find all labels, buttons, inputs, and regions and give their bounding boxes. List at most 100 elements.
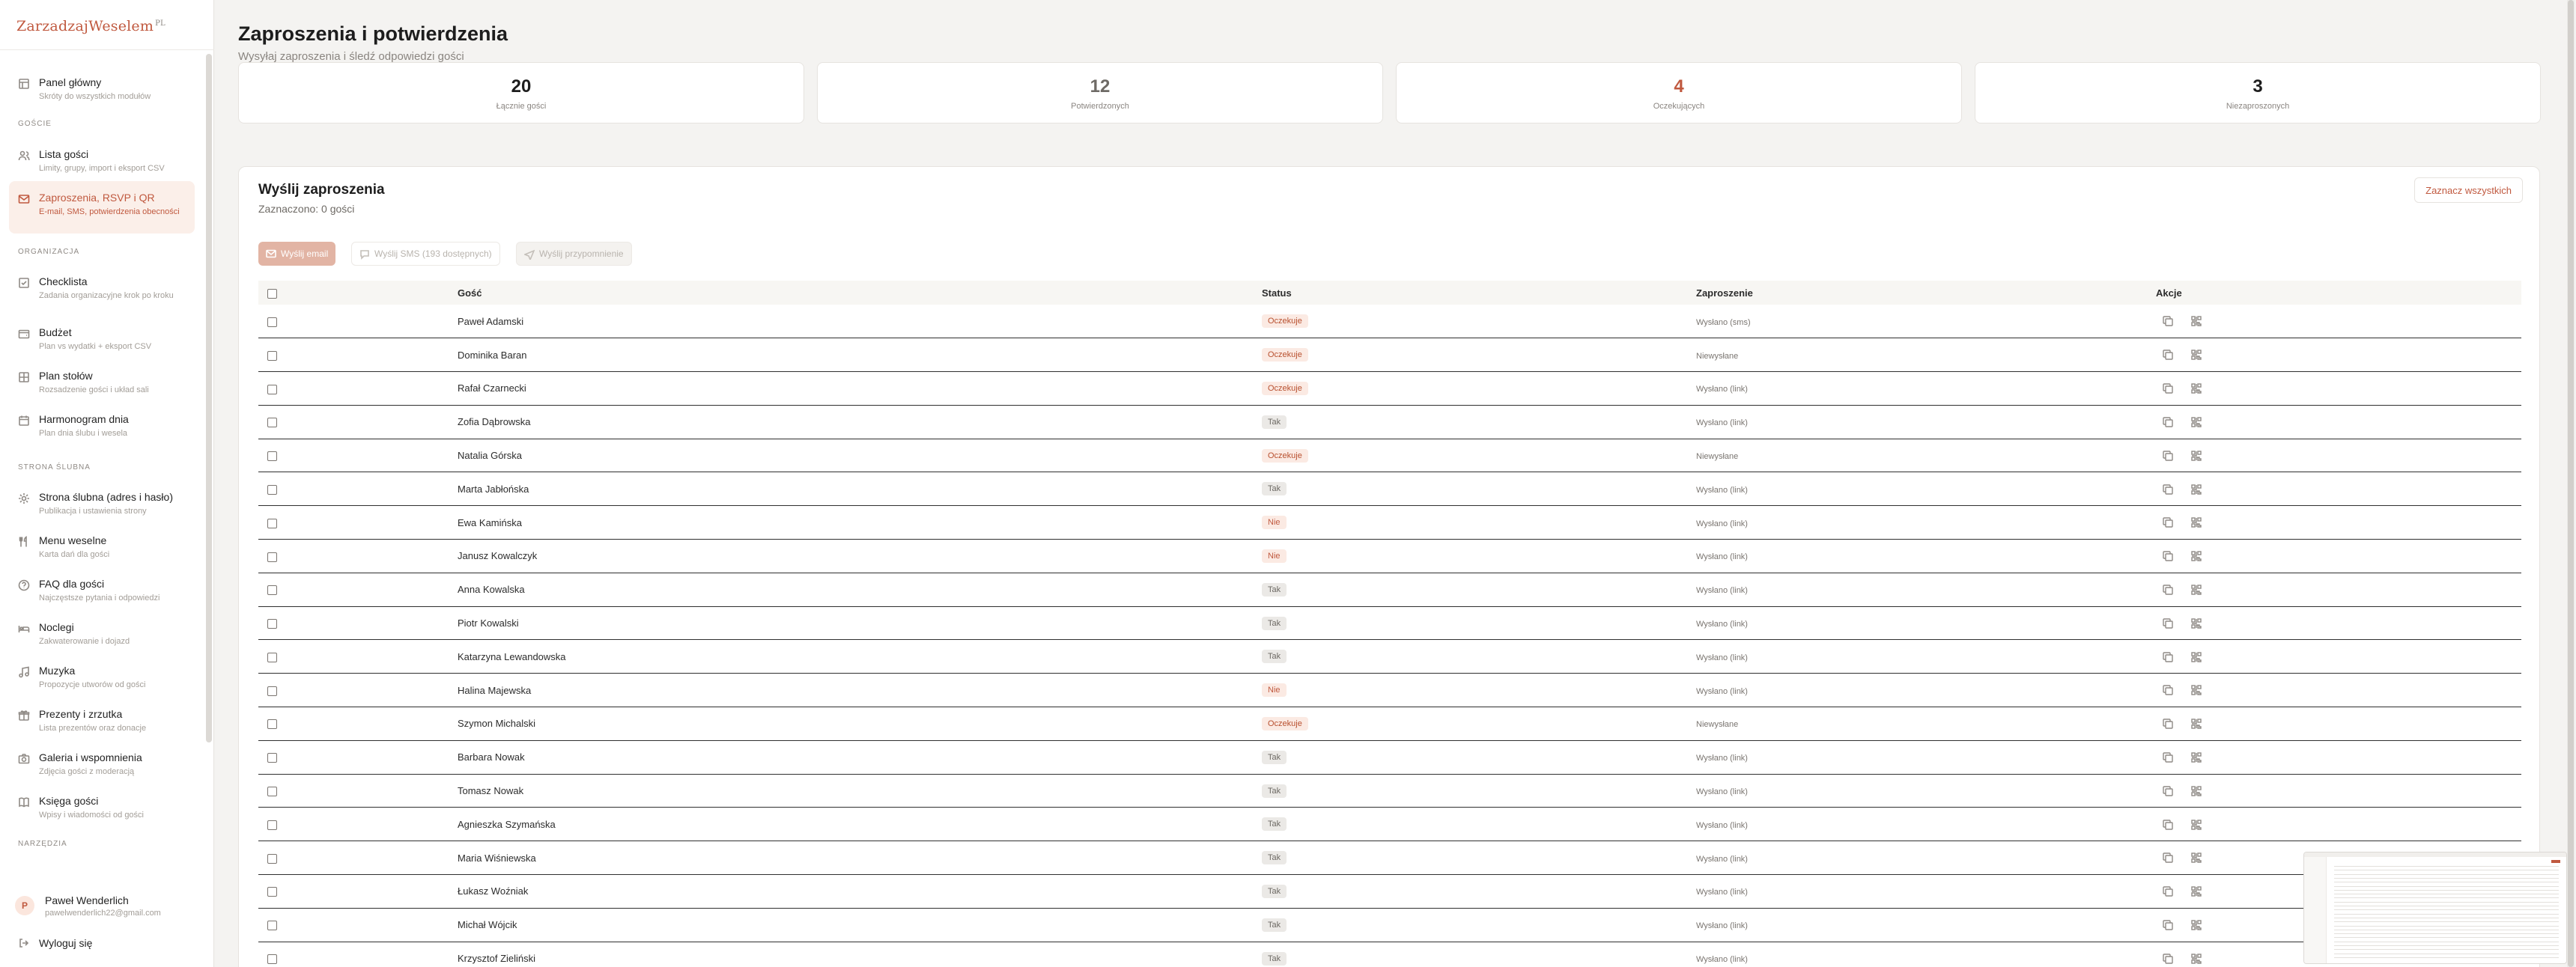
sidebar-item[interactable]: Checklista Zadania organizacyjne krok po … — [9, 265, 195, 310]
qr-code-icon[interactable] — [2190, 852, 2202, 864]
row-checkbox[interactable] — [267, 787, 277, 797]
copy-icon[interactable] — [2162, 718, 2174, 730]
sidebar-item[interactable]: Menu weselne Karta dań dla gości — [9, 524, 195, 569]
send-reminder-button[interactable]: Wyślij przypomnienie — [516, 242, 632, 266]
sidebar-item-subtitle: Plan vs wydatki + eksport CSV — [39, 342, 152, 351]
qr-code-icon[interactable] — [2190, 953, 2202, 965]
copy-icon[interactable] — [2162, 953, 2174, 965]
row-checkbox[interactable] — [267, 451, 277, 462]
qr-code-icon[interactable] — [2190, 651, 2202, 663]
row-checkbox[interactable] — [267, 350, 277, 361]
table-row: Agnieszka Szymańska Tak Wysłano (link) — [258, 807, 2521, 842]
invitation-status: Wysłano (link) — [1696, 955, 1748, 965]
qr-code-icon[interactable] — [2190, 684, 2202, 696]
qr-code-icon[interactable] — [2190, 617, 2202, 629]
qr-code-icon[interactable] — [2190, 919, 2202, 931]
sidebar-item-subtitle: Limity, grupy, import i eksport CSV — [39, 164, 165, 173]
copy-icon[interactable] — [2162, 852, 2174, 864]
row-checkbox[interactable] — [267, 484, 277, 495]
copy-icon[interactable] — [2162, 315, 2174, 327]
send-email-button[interactable]: Wyślij email — [258, 242, 336, 266]
row-checkbox[interactable] — [267, 652, 277, 662]
row-checkbox[interactable] — [267, 853, 277, 864]
qr-code-icon[interactable] — [2190, 484, 2202, 495]
sidebar-item[interactable]: Galeria i wspomnienia Zdjęcia gości z mod… — [9, 741, 195, 786]
copy-icon[interactable] — [2162, 584, 2174, 596]
sidebar-item[interactable]: Prezenty i zrzutka Lista prezentów oraz d… — [9, 698, 195, 742]
copy-icon[interactable] — [2162, 819, 2174, 831]
row-checkbox[interactable] — [267, 384, 277, 394]
row-checkbox[interactable] — [267, 954, 277, 965]
copy-icon[interactable] — [2162, 349, 2174, 361]
copy-icon[interactable] — [2162, 919, 2174, 931]
row-checkbox[interactable] — [267, 619, 277, 629]
row-checkbox[interactable] — [267, 585, 277, 596]
row-checkbox[interactable] — [267, 418, 277, 428]
row-checkbox[interactable] — [267, 921, 277, 931]
checklist-icon — [18, 277, 30, 289]
page-scrollbar[interactable] — [2567, 0, 2575, 967]
page-header: Zaproszenia i potwierdzenia Wysyłaj zapr… — [238, 22, 2545, 63]
copy-icon[interactable] — [2162, 484, 2174, 495]
qr-code-icon[interactable] — [2190, 819, 2202, 831]
copy-icon[interactable] — [2162, 617, 2174, 629]
row-checkbox[interactable] — [267, 518, 277, 528]
qr-code-icon[interactable] — [2190, 349, 2202, 361]
qr-code-icon[interactable] — [2190, 315, 2202, 327]
qr-code-icon[interactable] — [2190, 584, 2202, 596]
sidebar-item[interactable]: Strona ślubna (adres i hasło) Publikacja … — [9, 481, 195, 525]
copy-icon[interactable] — [2162, 416, 2174, 428]
copy-icon[interactable] — [2162, 684, 2174, 696]
select-all-checkbox[interactable] — [267, 288, 277, 299]
qr-code-icon[interactable] — [2190, 450, 2202, 462]
row-checkbox[interactable] — [267, 753, 277, 763]
qr-code-icon[interactable] — [2190, 751, 2202, 763]
sidebar-item[interactable]: Muzyka Propozycje utworów od gości — [9, 654, 195, 699]
row-checkbox[interactable] — [267, 887, 277, 897]
app-logo[interactable]: ZarzadzajWeselem PL — [16, 18, 165, 34]
qr-code-icon[interactable] — [2190, 516, 2202, 528]
row-checkbox[interactable] — [267, 317, 277, 327]
send-reminder-label: Wyślij przypomnienie — [539, 248, 624, 259]
logout-button[interactable]: Wyloguj się — [9, 930, 196, 957]
sidebar-item[interactable]: Lista gości Limity, grupy, import i ekspo… — [9, 138, 195, 183]
sidebar-item[interactable]: Panel główny Skróty do wszystkich modułów — [9, 66, 195, 111]
qr-code-icon[interactable] — [2190, 550, 2202, 562]
sidebar-item[interactable]: Budżet Plan vs wydatki + eksport CSV — [9, 316, 195, 361]
copy-icon[interactable] — [2162, 651, 2174, 663]
sidebar-item-title: Strona ślubna (adres i hasło) — [39, 491, 173, 503]
send-sms-button[interactable]: Wyślij SMS (193 dostępnych) — [351, 242, 500, 266]
minimap-preview[interactable] — [2303, 852, 2567, 964]
table-row: Michał Wójcik Tak Wysłano (link) — [258, 908, 2521, 942]
copy-icon[interactable] — [2162, 751, 2174, 763]
sidebar-item-title: Noclegi — [39, 621, 74, 633]
qr-code-icon[interactable] — [2190, 382, 2202, 394]
stat-label: Oczekujących — [1653, 102, 1705, 111]
sidebar-item[interactable]: Księga gości Wpisy i wiadomości od gości — [9, 784, 195, 829]
user-profile[interactable]: P Paweł Wenderlich pawelwenderlich22@gma… — [9, 887, 204, 924]
sidebar-item[interactable]: FAQ dla gości Najczęstsze pytania i odpow… — [9, 567, 195, 612]
sidebar-item[interactable]: Plan stołów Rozsadzenie gości i układ sal… — [9, 359, 195, 404]
copy-icon[interactable] — [2162, 450, 2174, 462]
invitation-status: Wysłano (link) — [1696, 552, 1748, 562]
row-checkbox[interactable] — [267, 552, 277, 562]
copy-icon[interactable] — [2162, 885, 2174, 897]
copy-icon[interactable] — [2162, 785, 2174, 797]
sidebar-item[interactable]: Noclegi Zakwaterowanie i dojazd — [9, 611, 195, 656]
row-checkbox[interactable] — [267, 820, 277, 830]
chat-icon — [360, 250, 369, 260]
select-all-button[interactable]: Zaznacz wszystkich — [2414, 177, 2523, 203]
sidebar-scrollbar[interactable] — [206, 54, 212, 742]
qr-code-icon[interactable] — [2190, 416, 2202, 428]
qr-code-icon[interactable] — [2190, 785, 2202, 797]
copy-icon[interactable] — [2162, 382, 2174, 394]
copy-icon[interactable] — [2162, 550, 2174, 562]
row-checkbox[interactable] — [267, 686, 277, 696]
sidebar-item[interactable]: Zaproszenia, RSVP i QR E-mail, SMS, potwi… — [9, 181, 195, 234]
status-badge: Tak — [1262, 884, 1287, 898]
copy-icon[interactable] — [2162, 516, 2174, 528]
row-checkbox[interactable] — [267, 719, 277, 730]
qr-code-icon[interactable] — [2190, 885, 2202, 897]
sidebar-item[interactable]: Harmonogram dnia Plan dnia ślubu i wesela — [9, 403, 195, 448]
qr-code-icon[interactable] — [2190, 718, 2202, 730]
